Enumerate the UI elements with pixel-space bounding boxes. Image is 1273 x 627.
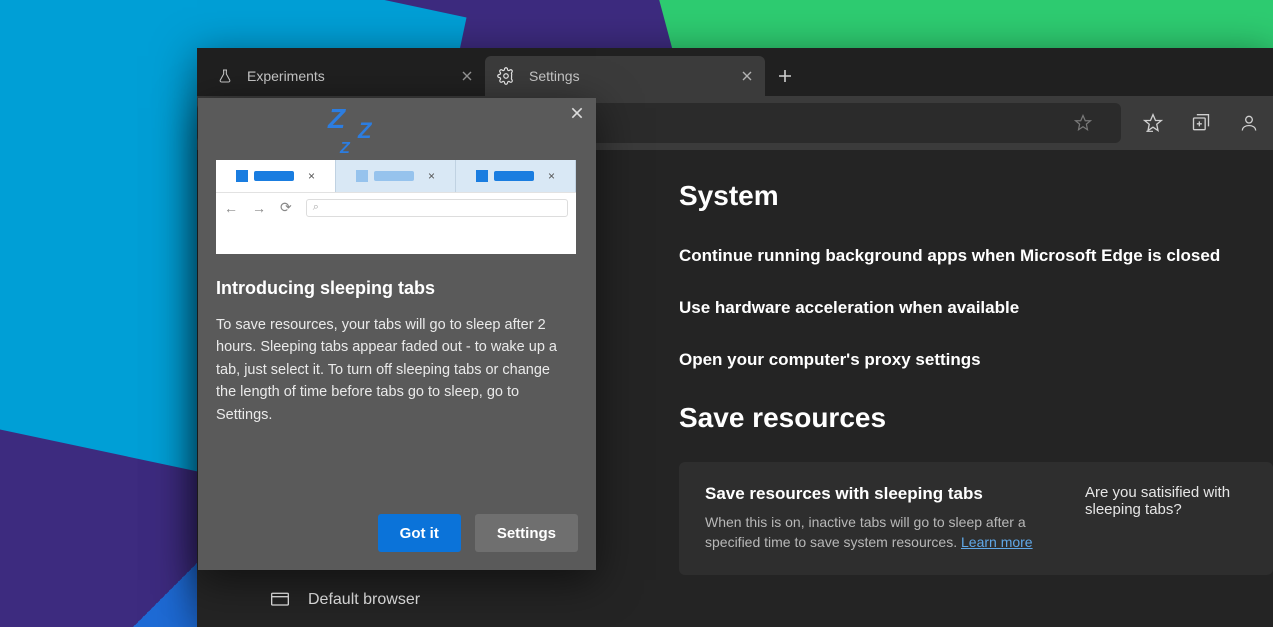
learn-more-link[interactable]: Learn more [961,534,1033,550]
card-title: Save resources with sleeping tabs [705,484,1045,504]
card-description: When this is on, inactive tabs will go t… [705,512,1045,553]
profile-icon[interactable] [1225,96,1273,150]
sidebar-item-default-browser[interactable]: Default browser [270,591,420,609]
setting-bg-apps[interactable]: Continue running background apps when Mi… [679,246,1273,266]
sidebar-item-label: Default browser [308,591,420,609]
settings-button[interactable]: Settings [475,514,578,552]
sleeping-tabs-intro-popup: Z Z Z × × × ←→⟳ ⌕ Introducing sleeping t… [198,98,596,570]
collections-icon[interactable] [1177,96,1225,150]
favorite-star-icon[interactable] [1059,96,1107,150]
z-icon: Z [328,103,345,135]
popup-title: Introducing sleeping tabs [216,278,435,299]
sleeping-tabs-illustration: × × × ←→⟳ ⌕ [216,160,576,254]
new-tab-button[interactable] [765,56,805,96]
feedback-question: Are you satisified with sleeping tabs? [1085,484,1247,518]
setting-hw-accel[interactable]: Use hardware acceleration when available [679,298,1273,318]
tab-label: Settings [529,68,580,84]
close-popup-icon[interactable] [570,106,584,120]
settings-main-panel: System Continue running background apps … [513,150,1273,627]
z-icon: Z [340,140,350,158]
z-icon: Z [358,118,371,144]
setting-proxy[interactable]: Open your computer's proxy settings [679,350,1273,370]
gear-icon [497,67,515,85]
section-title-save-resources: Save resources [679,402,1273,434]
tab-strip: Experiments Settings [197,48,1273,96]
tab-settings[interactable]: Settings [485,56,765,96]
favorites-list-icon[interactable] [1129,96,1177,150]
browser-frame-icon [270,591,290,609]
sleeping-tabs-card: Save resources with sleeping tabs When t… [679,462,1273,575]
close-tab-icon[interactable] [741,70,753,82]
got-it-button[interactable]: Got it [378,514,461,552]
section-title-system: System [679,180,1273,212]
popup-body: To save resources, your tabs will go to … [216,314,574,426]
flask-icon [217,68,233,84]
tab-experiments[interactable]: Experiments [205,56,485,96]
tab-label: Experiments [247,68,325,84]
close-tab-icon[interactable] [461,70,473,82]
